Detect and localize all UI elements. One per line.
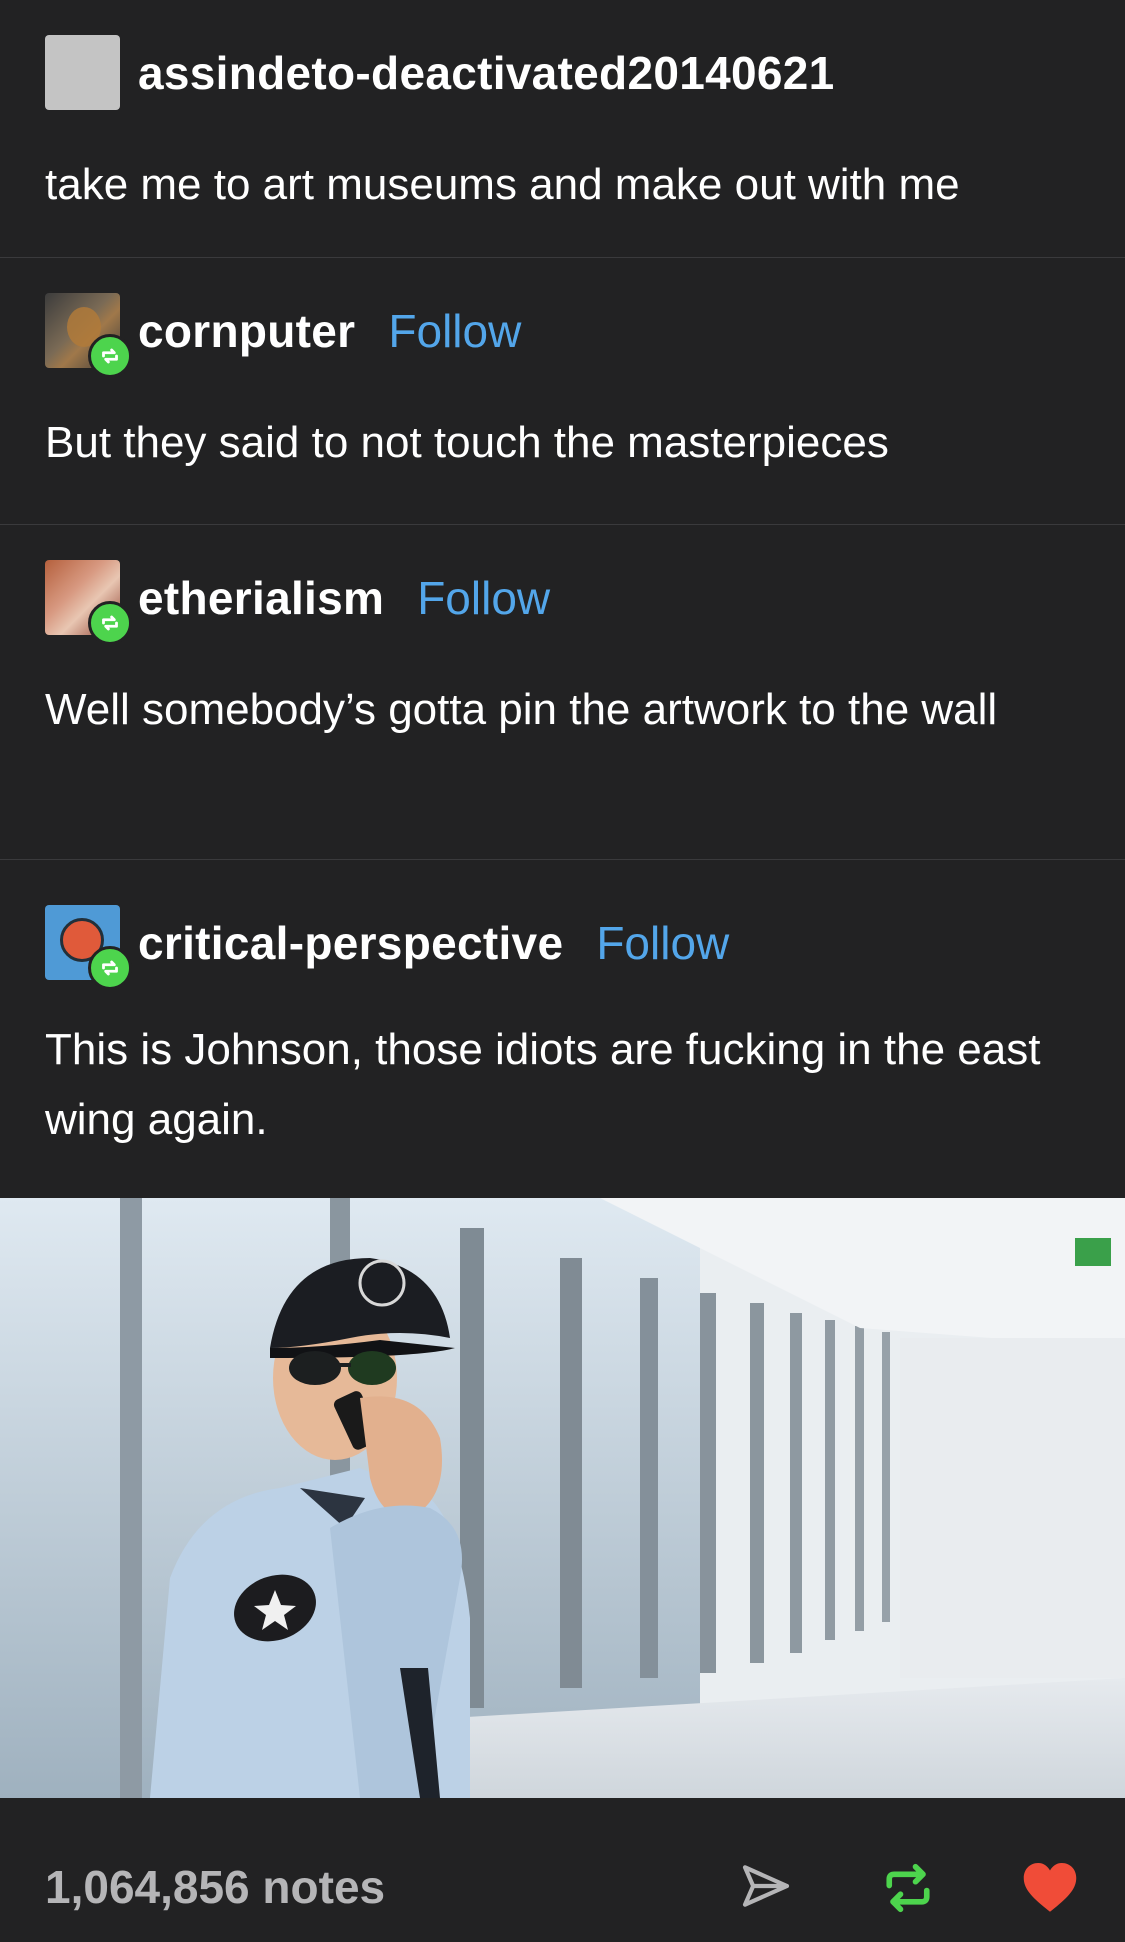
- reblog-button[interactable]: [878, 1858, 938, 1923]
- username[interactable]: etherialism: [138, 571, 384, 625]
- like-button[interactable]: [1020, 1858, 1080, 1923]
- post-footer: 1,064,856 notes: [0, 1798, 1125, 1942]
- tumblr-post: assindeto-deactivated20140621 take me to…: [0, 0, 1125, 1942]
- entry-text: This is Johnson, those idiots are fuckin…: [45, 1025, 1041, 1144]
- follow-button[interactable]: Follow: [596, 916, 729, 970]
- entry-header: critical-perspective Follow: [45, 905, 729, 990]
- follow-button[interactable]: Follow: [388, 304, 521, 358]
- avatar[interactable]: [45, 293, 132, 378]
- username[interactable]: assindeto-deactivated20140621: [138, 46, 835, 100]
- entry-text: take me to art museums and make out with…: [45, 160, 960, 209]
- entry-text: Well somebody’s gotta pin the artwork to…: [45, 685, 998, 734]
- notes-count[interactable]: 1,064,856 notes: [45, 1860, 385, 1914]
- reblog-entry: assindeto-deactivated20140621 take me to…: [0, 0, 1125, 258]
- entry-text: But they said to not touch the masterpie…: [45, 418, 889, 467]
- reblog-badge-icon: [88, 334, 132, 378]
- reblog-entry: etherialism Follow Well somebody’s gotta…: [0, 525, 1125, 860]
- entry-header: assindeto-deactivated20140621: [45, 35, 835, 110]
- reblog-badge-icon: [88, 946, 132, 990]
- entry-header: cornputer Follow: [45, 293, 521, 378]
- reblog-entry: cornputer Follow But they said to not to…: [0, 258, 1125, 525]
- paper-plane-icon: [742, 1865, 790, 1907]
- username[interactable]: cornputer: [138, 304, 355, 358]
- avatar[interactable]: [45, 905, 132, 990]
- avatar[interactable]: [45, 560, 132, 645]
- follow-button[interactable]: Follow: [417, 571, 550, 625]
- security-guard-photo: [0, 1198, 1125, 1798]
- avatar[interactable]: [45, 35, 120, 110]
- heart-icon: [1023, 1863, 1077, 1912]
- reblog-icon: [886, 1863, 930, 1913]
- username[interactable]: critical-perspective: [138, 916, 563, 970]
- entry-header: etherialism Follow: [45, 560, 550, 645]
- share-button[interactable]: [738, 1858, 794, 1919]
- reblog-entry: critical-perspective Follow This is John…: [0, 860, 1125, 1198]
- reblog-badge-icon: [88, 601, 132, 645]
